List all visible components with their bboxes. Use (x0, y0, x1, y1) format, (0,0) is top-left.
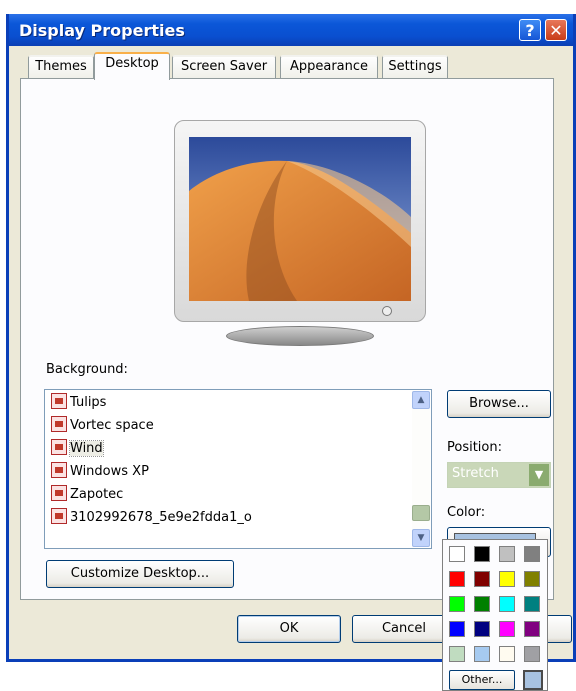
palette-swatch[interactable] (474, 571, 490, 587)
background-listbox[interactable]: Tulips Vortec space Wind Windows XP Zapo… (44, 389, 432, 549)
palette-swatch[interactable] (524, 646, 540, 662)
image-file-icon (51, 393, 67, 409)
list-item-photo[interactable]: 3102992678_5e9e2fdda1_o (51, 507, 252, 529)
color-palette-popup: Other... (442, 539, 548, 691)
palette-swatch[interactable] (499, 646, 515, 662)
scroll-up-button[interactable]: ▲ (412, 391, 430, 409)
other-color-swatch (523, 670, 543, 690)
monitor-frame (174, 120, 426, 322)
chevron-down-icon[interactable]: ▼ (529, 464, 549, 486)
monitor-stand (226, 326, 374, 346)
help-button[interactable]: ? (519, 19, 541, 41)
palette-swatch[interactable] (449, 621, 465, 637)
palette-swatch[interactable] (449, 571, 465, 587)
palette-swatch[interactable] (499, 571, 515, 587)
cancel-button[interactable]: Cancel (352, 615, 456, 643)
palette-swatch[interactable] (499, 621, 515, 637)
ok-button[interactable]: OK (237, 615, 341, 643)
palette-swatch[interactable] (474, 646, 490, 662)
image-file-icon (51, 462, 67, 478)
tab-themes[interactable]: Themes (28, 55, 94, 78)
tab-appearance[interactable]: Appearance (280, 55, 378, 78)
list-item-vortec-space[interactable]: Vortec space (51, 415, 154, 437)
palette-swatch[interactable] (449, 546, 465, 562)
list-scrollbar[interactable]: ▲ ▼ (412, 391, 430, 547)
palette-swatch[interactable] (499, 596, 515, 612)
position-value: Stretch (452, 466, 499, 481)
image-file-icon (51, 439, 67, 455)
tab-screen-saver[interactable]: Screen Saver (172, 55, 276, 78)
list-item-windows-xp[interactable]: Windows XP (51, 461, 149, 483)
list-item-wind[interactable]: Wind (51, 438, 104, 460)
customize-desktop-button[interactable]: Customize Desktop... (46, 560, 234, 588)
wallpaper-preview-image (189, 137, 411, 301)
monitor-power-light (382, 306, 392, 316)
position-dropdown[interactable]: Stretch ▼ (447, 462, 551, 488)
list-item-zapotec[interactable]: Zapotec (51, 484, 123, 506)
image-file-icon (51, 485, 67, 501)
palette-swatch[interactable] (474, 596, 490, 612)
background-label: Background: (46, 362, 128, 377)
palette-swatch[interactable] (474, 621, 490, 637)
palette-swatch[interactable] (524, 546, 540, 562)
title-bar[interactable]: Display Properties ? ✕ (9, 14, 573, 46)
color-label: Color: (447, 505, 486, 520)
window-title: Display Properties (19, 21, 185, 40)
image-file-icon (51, 508, 67, 524)
other-color-button[interactable]: Other... (449, 670, 515, 690)
palette-swatch[interactable] (524, 571, 540, 587)
palette-swatch[interactable] (499, 546, 515, 562)
palette-swatch[interactable] (524, 621, 540, 637)
close-button[interactable]: ✕ (545, 19, 567, 41)
browse-button[interactable]: Browse... (447, 390, 551, 418)
palette-swatch[interactable] (449, 646, 465, 662)
palette-swatch[interactable] (524, 596, 540, 612)
list-item-tulips[interactable]: Tulips (51, 392, 106, 414)
palette-swatch[interactable] (449, 596, 465, 612)
image-file-icon (51, 416, 67, 432)
scroll-thumb[interactable] (412, 505, 430, 521)
position-label: Position: (447, 440, 502, 455)
tab-settings[interactable]: Settings (382, 55, 448, 78)
tab-desktop[interactable]: Desktop (94, 52, 170, 80)
palette-swatch[interactable] (474, 546, 490, 562)
scroll-down-button[interactable]: ▼ (412, 529, 430, 547)
